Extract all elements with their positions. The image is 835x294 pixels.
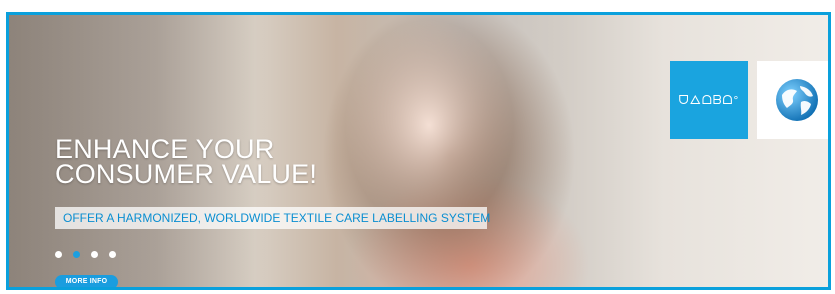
hero-headline: ENHANCE YOUR CONSUMER VALUE! xyxy=(55,136,318,189)
globe-icon xyxy=(776,79,818,121)
slider-dot-4[interactable] xyxy=(109,251,116,258)
hero-subheadline: OFFER A HARMONIZED, WORLDWIDE TEXTILE CA… xyxy=(55,207,490,229)
slider-dot-1[interactable] xyxy=(55,251,62,258)
hero-headline-line2: CONSUMER VALUE! xyxy=(55,159,318,189)
hero-banner: ENHANCE YOUR CONSUMER VALUE! OFFER A HAR… xyxy=(6,12,831,290)
slider-pagination xyxy=(55,251,116,259)
more-info-button[interactable]: MORE INFO xyxy=(55,275,118,287)
brand-logo: ᗜᐃᗝᗷᗝ° xyxy=(678,92,740,107)
slider-dot-2-active[interactable] xyxy=(73,251,80,258)
slider-dot-3[interactable] xyxy=(91,251,98,258)
globe-tile[interactable] xyxy=(757,61,828,139)
ginetex-logo-tile[interactable]: ᗜᐃᗝᗷᗝ° xyxy=(670,61,748,139)
